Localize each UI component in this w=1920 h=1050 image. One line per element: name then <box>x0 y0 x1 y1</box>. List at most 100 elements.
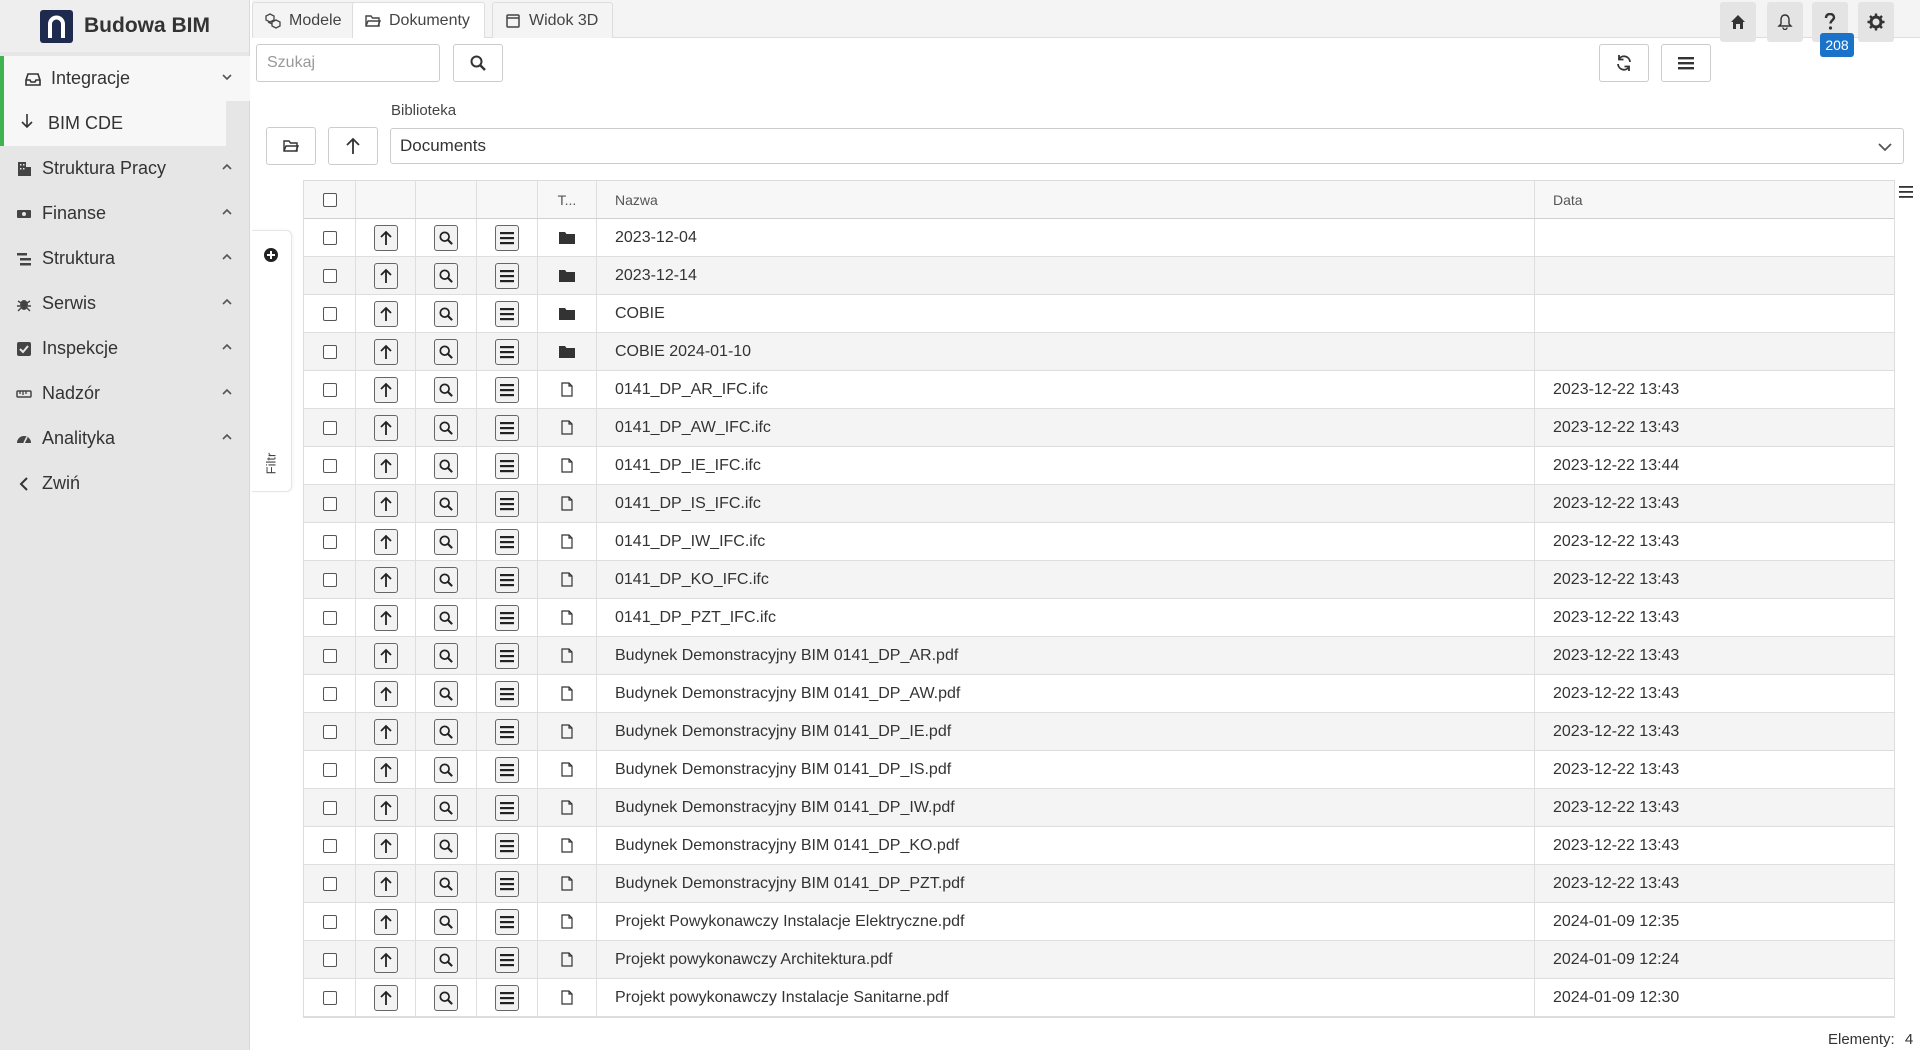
row-checkbox[interactable] <box>322 382 337 397</box>
sidebar-item-analityka[interactable]: Analityka <box>0 416 250 461</box>
row-preview-button[interactable] <box>434 984 458 1011</box>
table-row[interactable]: COBIE 2024-01-10 <box>304 333 1894 371</box>
row-checkbox[interactable] <box>322 344 337 359</box>
row-name-cell[interactable]: Budynek Demonstracyjny BIM 0141_DP_IS.pd… <box>597 751 1535 788</box>
row-preview-button[interactable] <box>434 224 458 251</box>
table-row[interactable]: Budynek Demonstracyjny BIM 0141_DP_IS.pd… <box>304 751 1894 789</box>
row-menu-button[interactable] <box>495 528 519 555</box>
row-menu-button[interactable] <box>495 338 519 365</box>
row-menu-button[interactable] <box>495 566 519 593</box>
table-row[interactable]: Projekt Powykonawczy Instalacje Elektryc… <box>304 903 1894 941</box>
select-all-checkbox[interactable] <box>322 192 337 207</box>
tab-widok-3d[interactable]: Widok 3D <box>492 2 614 38</box>
row-upload-button[interactable] <box>373 528 398 555</box>
row-checkbox[interactable] <box>322 762 337 777</box>
header-date[interactable]: Data <box>1535 181 1894 218</box>
row-checkbox[interactable] <box>322 876 337 891</box>
row-checkbox[interactable] <box>322 648 337 663</box>
sidebar-item-nadzor[interactable]: Nadzór <box>0 371 250 416</box>
table-row[interactable]: Budynek Demonstracyjny BIM 0141_DP_IW.pd… <box>304 789 1894 827</box>
row-checkbox[interactable] <box>322 838 337 853</box>
sidebar-collapse[interactable]: Zwiń <box>0 461 250 506</box>
row-name-cell[interactable]: 0141_DP_IW_IFC.ifc <box>597 523 1535 560</box>
row-preview-button[interactable] <box>434 756 458 783</box>
row-upload-button[interactable] <box>373 908 398 935</box>
home-button[interactable] <box>1720 2 1756 42</box>
row-name-cell[interactable]: 2023-12-14 <box>597 257 1535 294</box>
row-upload-button[interactable] <box>373 414 398 441</box>
row-upload-button[interactable] <box>373 680 398 707</box>
row-checkbox[interactable] <box>322 420 337 435</box>
table-row[interactable]: 0141_DP_KO_IFC.ifc 2023-12-22 13:43 <box>304 561 1894 599</box>
row-upload-button[interactable] <box>373 224 398 251</box>
row-name-cell[interactable]: Projekt powykonawczy Architektura.pdf <box>597 941 1535 978</box>
header-type[interactable]: T... <box>538 181 597 218</box>
row-preview-button[interactable] <box>434 300 458 327</box>
settings-button[interactable] <box>1858 2 1894 42</box>
row-name-cell[interactable]: Budynek Demonstracyjny BIM 0141_DP_KO.pd… <box>597 827 1535 864</box>
column-menu-icon[interactable] <box>1899 186 1913 198</box>
row-upload-button[interactable] <box>373 338 398 365</box>
row-menu-button[interactable] <box>495 984 519 1011</box>
row-name-cell[interactable]: Budynek Demonstracyjny BIM 0141_DP_IE.pd… <box>597 713 1535 750</box>
row-upload-button[interactable] <box>373 794 398 821</box>
row-upload-button[interactable] <box>373 946 398 973</box>
row-upload-button[interactable] <box>373 718 398 745</box>
row-preview-button[interactable] <box>434 376 458 403</box>
table-row[interactable]: Budynek Demonstracyjny BIM 0141_DP_KO.pd… <box>304 827 1894 865</box>
row-checkbox[interactable] <box>322 572 337 587</box>
row-preview-button[interactable] <box>434 490 458 517</box>
table-row[interactable]: Budynek Demonstracyjny BIM 0141_DP_PZT.p… <box>304 865 1894 903</box>
row-checkbox[interactable] <box>322 610 337 625</box>
table-row[interactable]: Projekt powykonawczy Instalacje Sanitarn… <box>304 979 1894 1017</box>
row-checkbox[interactable] <box>322 800 337 815</box>
row-menu-button[interactable] <box>495 870 519 897</box>
row-menu-button[interactable] <box>495 680 519 707</box>
row-menu-button[interactable] <box>495 756 519 783</box>
row-name-cell[interactable]: 0141_DP_AW_IFC.ifc <box>597 409 1535 446</box>
open-folder-button[interactable] <box>266 127 316 165</box>
sidebar-item-integracje[interactable]: Integracje <box>0 56 250 101</box>
plus-circle-icon[interactable] <box>263 247 279 263</box>
row-checkbox[interactable] <box>322 268 337 283</box>
row-checkbox[interactable] <box>322 230 337 245</box>
menu-button[interactable] <box>1661 44 1711 82</box>
row-preview-button[interactable] <box>434 870 458 897</box>
row-preview-button[interactable] <box>434 794 458 821</box>
row-preview-button[interactable] <box>434 718 458 745</box>
row-upload-button[interactable] <box>373 642 398 669</box>
sidebar-item-struktura-pracy[interactable]: Struktura Pracy <box>0 146 250 191</box>
library-select[interactable]: Documents <box>390 128 1904 164</box>
row-upload-button[interactable] <box>373 452 398 479</box>
row-menu-button[interactable] <box>495 300 519 327</box>
row-menu-button[interactable] <box>495 604 519 631</box>
table-row[interactable]: 0141_DP_IS_IFC.ifc 2023-12-22 13:43 <box>304 485 1894 523</box>
search-input[interactable] <box>256 44 440 82</box>
table-row[interactable]: 0141_DP_IE_IFC.ifc 2023-12-22 13:44 <box>304 447 1894 485</box>
table-row[interactable]: Budynek Demonstracyjny BIM 0141_DP_IE.pd… <box>304 713 1894 751</box>
row-menu-button[interactable] <box>495 946 519 973</box>
row-upload-button[interactable] <box>373 566 398 593</box>
row-name-cell[interactable]: 2023-12-04 <box>597 219 1535 256</box>
tab-modele[interactable]: Modele <box>252 2 357 38</box>
row-menu-button[interactable] <box>495 376 519 403</box>
row-name-cell[interactable]: COBIE 2024-01-10 <box>597 333 1535 370</box>
row-name-cell[interactable]: Budynek Demonstracyjny BIM 0141_DP_AR.pd… <box>597 637 1535 674</box>
row-upload-button[interactable] <box>373 832 398 859</box>
table-row[interactable]: 0141_DP_AW_IFC.ifc 2023-12-22 13:43 <box>304 409 1894 447</box>
row-name-cell[interactable]: Projekt powykonawczy Instalacje Sanitarn… <box>597 979 1535 1016</box>
row-menu-button[interactable] <box>495 908 519 935</box>
row-upload-button[interactable] <box>373 604 398 631</box>
tab-dokumenty[interactable]: Dokumenty <box>352 2 485 38</box>
row-checkbox[interactable] <box>322 952 337 967</box>
row-name-cell[interactable]: Projekt Powykonawczy Instalacje Elektryc… <box>597 903 1535 940</box>
table-row[interactable]: Budynek Demonstracyjny BIM 0141_DP_AR.pd… <box>304 637 1894 675</box>
table-row[interactable]: 2023-12-04 <box>304 219 1894 257</box>
refresh-button[interactable] <box>1599 44 1649 82</box>
parent-folder-button[interactable] <box>328 127 378 165</box>
row-checkbox[interactable] <box>322 306 337 321</box>
row-upload-button[interactable] <box>373 756 398 783</box>
table-row[interactable]: 2023-12-14 <box>304 257 1894 295</box>
sidebar-item-finanse[interactable]: Finanse <box>0 191 250 236</box>
row-preview-button[interactable] <box>434 262 458 289</box>
